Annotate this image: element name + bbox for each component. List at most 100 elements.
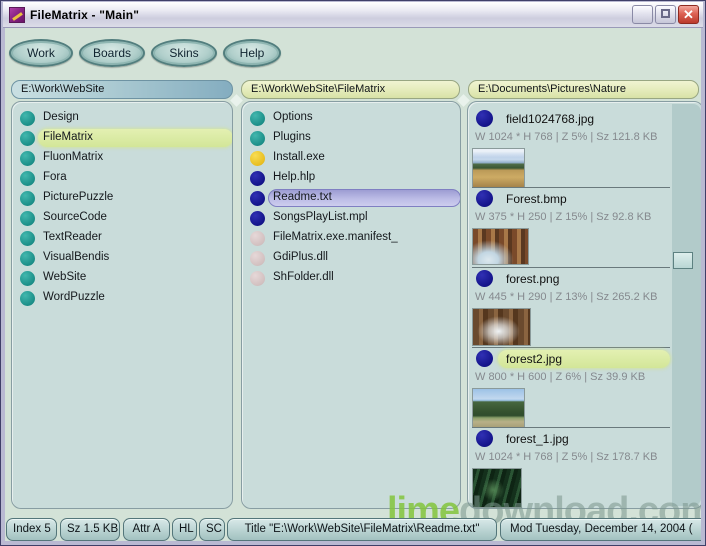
file-bullet-icon [250,231,265,246]
client-area: Work Boards Skins Help E:\Work\WebSite E… [5,28,701,541]
file-label: Install.exe [273,151,325,163]
image-bullet-icon [476,350,493,367]
image-metadata: W 800 * H 600 | Z 6% | Sz 39.9 KB [475,371,645,383]
maximize-button[interactable] [655,5,676,24]
list-item[interactable]: Options [242,108,460,128]
list-item[interactable]: WebSite [12,268,232,288]
image-thumbnail-forestpng[interactable] [472,308,531,346]
list-item[interactable]: Fora [12,168,232,188]
scrollbar-thumb[interactable] [673,252,693,269]
image-metadata: W 375 * H 250 | Z 15% | Sz 92.8 KB [475,211,651,223]
image-entry[interactable]: field1024768.jpgW 1024 * H 768 | Z 5% | … [468,108,672,188]
image-entry[interactable]: Forest.bmp W 375 * H 250 | Z 15% | Sz 92.… [468,188,672,268]
image-thumbnail-forest1[interactable] [472,468,522,508]
status-size[interactable]: Sz 1.5 KB [60,518,120,541]
file-bullet-icon [250,251,265,266]
path-bar-right[interactable]: E:\Documents\Pictures\Nature [468,80,699,99]
status-hl-toggle[interactable]: HL [172,518,197,541]
status-attributes[interactable]: Attr A [123,518,170,541]
list-item[interactable]: SourceCode [12,208,232,228]
image-thumbnail-forestbmp[interactable] [472,228,529,265]
list-item[interactable]: FluonMatrix [12,148,232,168]
file-bullet-icon [20,271,35,286]
path-bar-left[interactable]: E:\Work\WebSite [11,80,233,99]
image-name: Forest.bmp [506,192,567,206]
file-panel-middle: Options Plugins Install.exe Help.hlp Readme.… [241,101,461,509]
title-bar[interactable]: FileMatrix - "Main" ✕ [3,2,703,28]
app-icon [9,7,25,23]
image-metadata: W 1024 * H 768 | Z 5% | Sz 121.8 KB [475,131,657,143]
file-label: Options [273,111,313,123]
image-entry[interactable]: forest_1.jpg W 1024 * H 768 | Z 5% | Sz 1… [468,428,672,508]
image-thumbnail-field[interactable] [472,148,525,188]
path-bar-middle[interactable]: E:\Work\WebSite\FileMatrix [241,80,460,99]
list-item[interactable]: ShFolder.dll [242,268,460,288]
folder-panel-left: Design FileMatrix FluonMatrix Fora PicturePu… [11,101,233,509]
status-title[interactable]: Title "E:\Work\WebSite\FileMatrix\Readme… [227,518,497,541]
image-entry[interactable]: forest2.jpg W 800 * H 600 | Z 6% | Sz 39.… [468,348,672,428]
list-item[interactable]: SongsPlayList.mpl [242,208,460,228]
file-label: SourceCode [43,211,107,223]
app-window: FileMatrix - "Main" ✕ Work Boards Skins … [0,0,706,546]
file-label: Readme.txt [273,191,332,203]
file-label: Design [43,111,79,123]
image-name: forest2.jpg [506,352,562,366]
list-item[interactable]: Plugins [242,128,460,148]
file-bullet-icon [20,111,35,126]
file-label: GdiPlus.dll [273,251,328,263]
file-label: FileMatrix [43,131,93,143]
entry-separator [472,267,670,268]
list-item[interactable]: Install.exe [242,148,460,168]
list-item[interactable]: Help.hlp [242,168,460,188]
file-label: TextReader [43,231,102,243]
list-item[interactable]: TextReader [12,228,232,248]
list-item[interactable]: FileMatrix.exe.manifest_ [242,228,460,248]
file-label: Plugins [273,131,311,143]
file-bullet-icon [250,131,265,146]
status-modified[interactable]: Mod Tuesday, December 14, 2004 ( [500,518,701,541]
image-bullet-icon [476,430,493,447]
file-bullet-icon [20,151,35,166]
file-bullet-icon [20,231,35,246]
menu-button-skins[interactable]: Skins [151,39,217,67]
file-bullet-icon [20,211,35,226]
file-bullet-icon [20,191,35,206]
file-label: Fora [43,171,67,183]
image-bullet-icon [476,110,493,127]
image-thumbnail-forest2[interactable] [472,388,525,428]
image-name: forest_1.jpg [506,432,569,446]
list-item[interactable]: FileMatrix [12,128,232,148]
file-bullet-icon [20,291,35,306]
image-name: forest.png [506,272,559,286]
status-sc-toggle[interactable]: SC [199,518,225,541]
file-label: FluonMatrix [43,151,103,163]
file-label: ShFolder.dll [273,271,334,283]
list-item[interactable]: Design [12,108,232,128]
file-label: PicturePuzzle [43,191,113,203]
file-bullet-icon [250,111,265,126]
file-bullet-icon [20,131,35,146]
status-index[interactable]: Index 5 [6,518,57,541]
image-entry[interactable]: forest.png W 445 * H 290 | Z 13% | Sz 265… [468,268,672,348]
menu-button-work[interactable]: Work [9,39,73,67]
entry-separator [472,347,670,348]
file-label: WordPuzzle [43,291,105,303]
list-item[interactable]: Readme.txt [242,188,460,208]
file-label: VisualBendis [43,251,109,263]
list-item[interactable]: PicturePuzzle [12,188,232,208]
menu-button-boards[interactable]: Boards [79,39,145,67]
image-metadata: W 1024 * H 768 | Z 5% | Sz 178.7 KB [475,451,657,463]
close-button[interactable]: ✕ [678,5,699,24]
file-label: WebSite [43,271,86,283]
menu-button-help[interactable]: Help [223,39,281,67]
entry-separator [472,187,670,188]
image-metadata: W 445 * H 290 | Z 13% | Sz 265.2 KB [475,291,657,303]
window-title: FileMatrix - "Main" [30,8,139,22]
list-item[interactable]: GdiPlus.dll [242,248,460,268]
minimize-button[interactable] [632,5,653,24]
scrollbar-track[interactable] [672,104,701,506]
file-bullet-icon [250,271,265,286]
list-item[interactable]: WordPuzzle [12,288,232,308]
list-item[interactable]: VisualBendis [12,248,232,268]
image-bullet-icon [476,190,493,207]
